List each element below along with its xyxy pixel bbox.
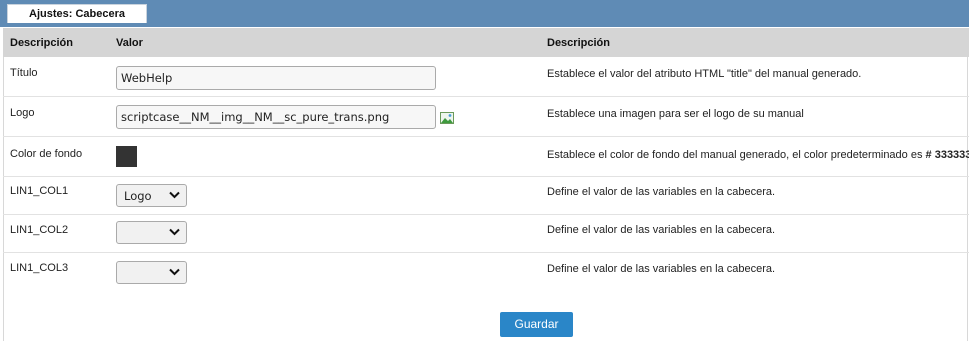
row-label: Título xyxy=(10,67,38,79)
description-text: Establece el color de fondo del manual g… xyxy=(547,149,926,161)
row-description: Define el valor de las variables en la c… xyxy=(547,263,776,275)
chevron-down-icon xyxy=(169,228,180,236)
row-description: Define el valor de las variables en la c… xyxy=(547,224,776,236)
row-label: Logo xyxy=(10,107,35,119)
selected-value: Logo xyxy=(124,189,152,203)
tab-ajustes-cabecera[interactable]: Ajustes: Cabecera xyxy=(7,4,147,23)
row-description: Establece el valor del atributo HTML "ti… xyxy=(547,68,862,80)
tab-bar: Ajustes: Cabecera xyxy=(0,0,969,27)
default-color-value: # 333333 xyxy=(925,149,969,161)
row-description: Establece una imagen para ser el logo de… xyxy=(547,108,804,120)
row-label: LIN1_COL3 xyxy=(10,262,69,274)
row-label: LIN1_COL2 xyxy=(10,224,69,236)
save-button[interactable]: Guardar xyxy=(500,312,573,337)
lin1-col1-select[interactable]: Logo xyxy=(116,184,187,207)
row-lin1-col3: LIN1_COL3 Define el valor de las variabl… xyxy=(3,253,969,291)
lin1-col3-select[interactable] xyxy=(116,261,187,284)
row-titulo: Título WebHelp Establece el valor del at… xyxy=(3,57,969,97)
row-color-de-fondo: Color de fondo Establece el color de fon… xyxy=(3,137,969,177)
row-description: Define el valor de las variables en la c… xyxy=(547,186,776,198)
row-lin1-col2: LIN1_COL2 Define el valor de las variabl… xyxy=(3,215,969,253)
header-descripcion-2: Descripción xyxy=(547,37,610,49)
row-logo: Logo scriptcase__NM__img__NM__sc_pure_tr… xyxy=(3,97,969,137)
lin1-col2-select[interactable] xyxy=(116,221,187,244)
row-lin1-col1: LIN1_COL1 Logo Define el valor de las va… xyxy=(3,177,969,215)
header-valor: Valor xyxy=(116,37,143,49)
logo-input[interactable]: scriptcase__NM__img__NM__sc_pure_trans.p… xyxy=(116,105,436,129)
table-header: Descripción Valor Descripción xyxy=(3,28,969,57)
chevron-down-icon xyxy=(169,191,180,199)
image-icon[interactable] xyxy=(440,112,454,124)
row-description: Establece el color de fondo del manual g… xyxy=(547,149,969,161)
header-descripcion: Descripción xyxy=(10,37,73,49)
chevron-down-icon xyxy=(169,268,180,276)
row-label: Color de fondo xyxy=(10,148,83,160)
title-input[interactable]: WebHelp xyxy=(116,66,436,90)
row-label: LIN1_COL1 xyxy=(10,185,69,197)
color-swatch[interactable] xyxy=(116,146,137,167)
